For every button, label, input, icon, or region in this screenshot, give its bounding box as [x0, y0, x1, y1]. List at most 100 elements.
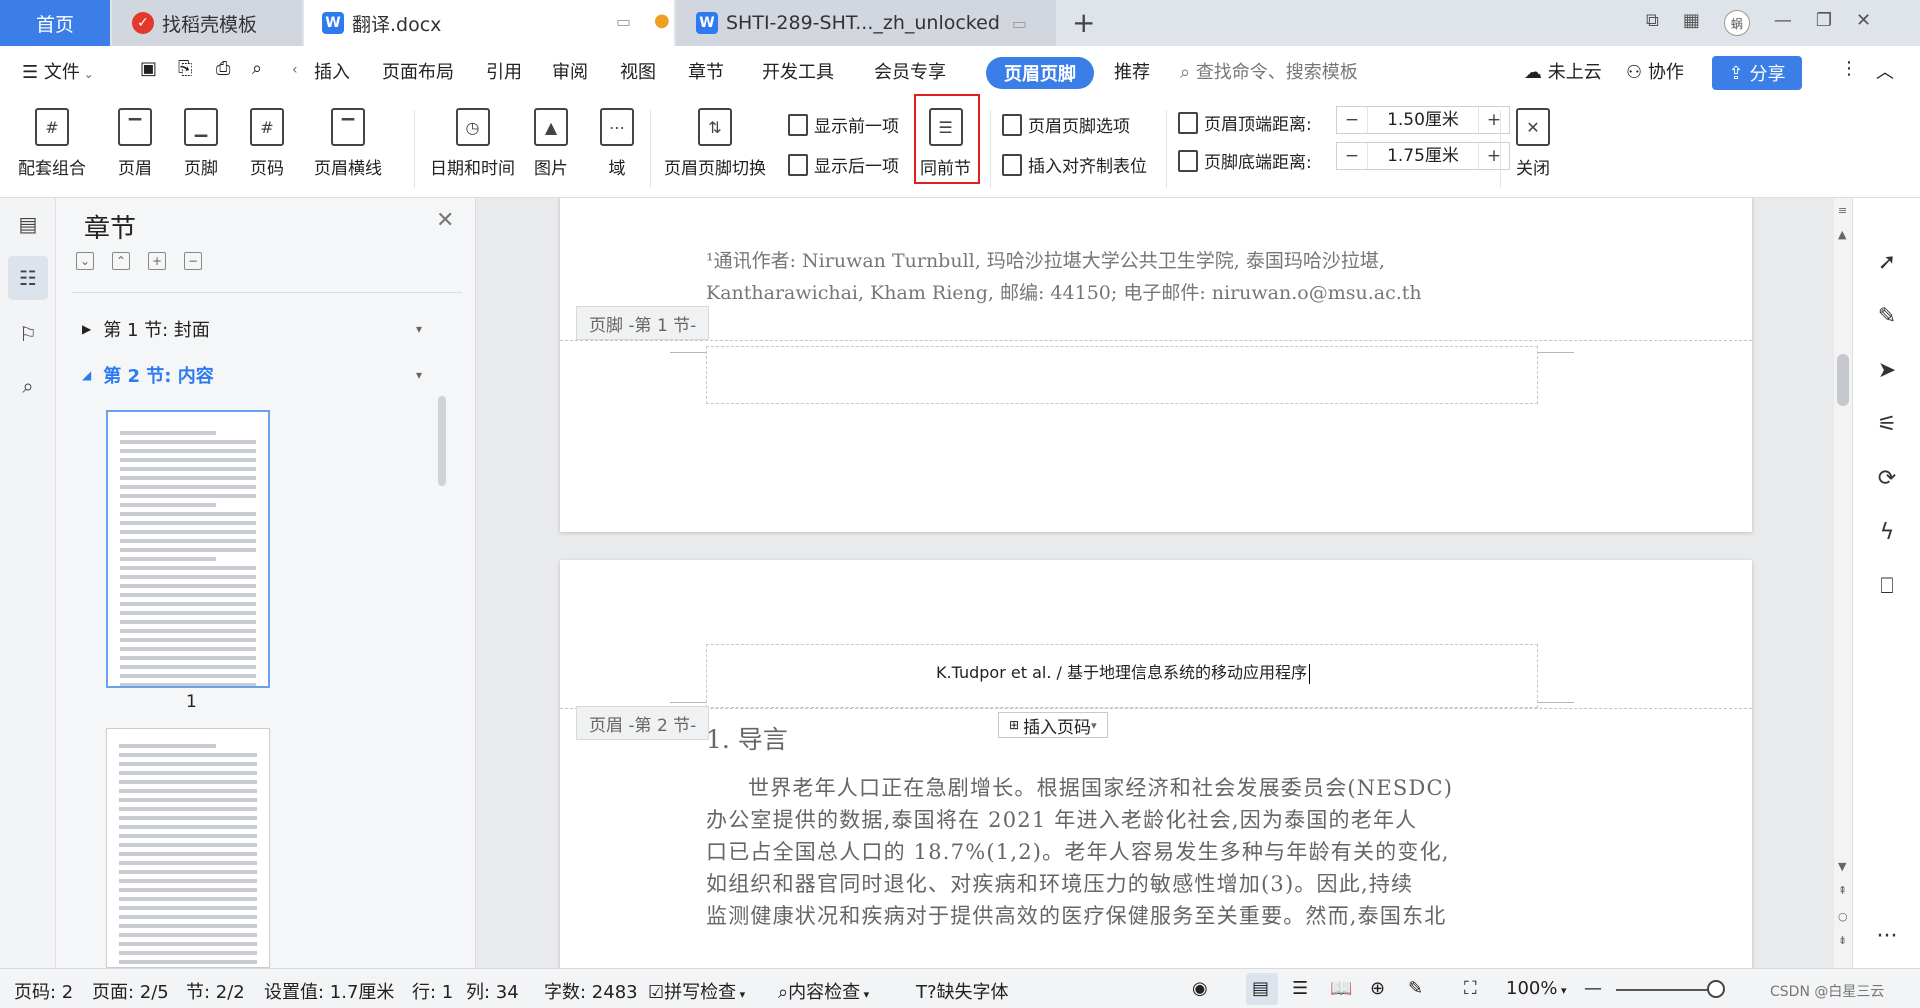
- tab-doc-translate[interactable]: W 翻译.docx ▭ ●: [304, 0, 674, 46]
- more-tools-icon[interactable]: ···: [1873, 922, 1901, 950]
- section-item-1[interactable]: ▶ 第 1 节: 封面 ▾: [82, 316, 422, 342]
- menu-chapter[interactable]: 章节: [688, 58, 724, 84]
- close-icon[interactable]: ✕: [436, 208, 454, 233]
- body-paragraph-line[interactable]: 如组织和器官同时退化、对疾病和环境压力的敏感性增加(3)。因此,持续: [706, 868, 1540, 898]
- reading-view-icon[interactable]: 📖: [1330, 978, 1352, 999]
- missing-font-button[interactable]: T?缺失字体: [916, 978, 1009, 1004]
- chapter-nav-icon[interactable]: ☷: [14, 264, 42, 292]
- rocket-icon[interactable]: ➚: [1873, 248, 1901, 276]
- status-column[interactable]: 列: 34: [466, 978, 519, 1004]
- menu-insert[interactable]: 插入: [314, 58, 350, 84]
- header-area[interactable]: K.Tudpor et al. / 基于地理信息系统的移动应用程序: [706, 644, 1538, 708]
- status-row[interactable]: 行: 1: [412, 978, 453, 1004]
- zoom-slider-knob[interactable]: [1707, 980, 1725, 998]
- grid-apps-icon[interactable]: ▦: [1683, 10, 1700, 36]
- chevron-down-icon[interactable]: ▾: [416, 322, 422, 336]
- decrease-icon[interactable]: −: [1337, 110, 1367, 130]
- menu-recommend[interactable]: 推荐: [1114, 58, 1150, 84]
- tab-home[interactable]: 首页: [0, 0, 110, 46]
- tab-template[interactable]: ✓ 找稻壳模板: [112, 0, 302, 46]
- sliders-icon[interactable]: ⚟: [1873, 410, 1901, 438]
- more-icon[interactable]: ⋮: [1840, 58, 1858, 79]
- command-search[interactable]: ⌕ 查找命令、搜索模板: [1180, 58, 1358, 84]
- header-distance-value[interactable]: 1.50厘米: [1367, 107, 1479, 133]
- insert-page-number-button[interactable]: ⊞ 插入页码 ▾: [998, 712, 1108, 738]
- share-button[interactable]: ⇪ 分享: [1712, 56, 1802, 90]
- footnote-line-2[interactable]: Kantharawichai, Kham Rieng, 邮编: 44150; 电…: [706, 278, 1422, 305]
- section-heading[interactable]: 1. 导言: [706, 720, 788, 756]
- footer-distance-stepper[interactable]: − 1.75厘米 +: [1336, 142, 1510, 170]
- menu-header-footer[interactable]: 页眉页脚: [986, 57, 1094, 89]
- status-page[interactable]: 页码: 2: [14, 978, 73, 1004]
- collaborate-button[interactable]: ⚇ 协作: [1626, 58, 1684, 84]
- page-number-button[interactable]: # 页码: [250, 108, 284, 179]
- header-button[interactable]: ▔ 页眉: [118, 108, 152, 179]
- status-word-count[interactable]: 字数: 2483: [544, 978, 638, 1004]
- spell-check-button[interactable]: ☑拼写检查 ▾: [648, 978, 745, 1004]
- bookmark-icon[interactable]: ⚐: [14, 320, 42, 348]
- prev-page-icon[interactable]: ⇞: [1838, 884, 1847, 897]
- status-pages[interactable]: 页面: 2/5: [92, 978, 169, 1004]
- show-next-button[interactable]: 显示后一项: [788, 152, 899, 177]
- page-view-icon[interactable]: ▤: [1252, 978, 1269, 999]
- close-window-icon[interactable]: ✕: [1856, 10, 1871, 36]
- menu-developer[interactable]: 开发工具: [762, 58, 834, 84]
- expand-up-icon[interactable]: ⌃: [112, 252, 130, 270]
- monitor-icon[interactable]: ▭: [1012, 14, 1027, 33]
- insert-align-tab-button[interactable]: 插入对齐制表位: [1002, 152, 1147, 177]
- body-paragraph-line[interactable]: 监测健康状况和疾病对于提供高效的医疗保健服务至关重要。然而,泰国东北: [706, 900, 1540, 930]
- increase-icon[interactable]: +: [1479, 146, 1509, 166]
- eye-protection-icon[interactable]: ◉: [1192, 978, 1208, 999]
- print-preview-icon[interactable]: ⌕: [252, 58, 262, 79]
- dual-screen-icon[interactable]: ⧉: [1646, 10, 1659, 36]
- header-distance-stepper[interactable]: − 1.50厘米 +: [1336, 106, 1510, 134]
- increase-icon[interactable]: +: [1479, 110, 1509, 130]
- document-scrollbar[interactable]: ≡ ▲ ▼ ⇞ ○ ⇟: [1834, 198, 1852, 968]
- status-setting[interactable]: 设置值: 1.7厘米: [264, 978, 394, 1004]
- section-item-2[interactable]: ◢ 第 2 节: 内容 ▾: [82, 362, 422, 388]
- zoom-level[interactable]: 100% ▾: [1506, 978, 1567, 999]
- lightning-icon[interactable]: ϟ: [1873, 518, 1901, 546]
- panel-scrollbar[interactable]: [438, 396, 446, 486]
- add-section-icon[interactable]: +: [148, 252, 166, 270]
- export-pdf-icon[interactable]: ⎘: [178, 58, 192, 79]
- menu-page-layout[interactable]: 页面布局: [382, 58, 454, 84]
- outline-view-icon[interactable]: ☰: [1292, 978, 1308, 999]
- fit-page-icon[interactable]: ⛶: [1464, 978, 1477, 999]
- print-icon[interactable]: ⎙: [216, 58, 230, 79]
- datetime-button[interactable]: ◷ 日期和时间: [430, 108, 515, 179]
- close-header-footer-button[interactable]: ✕ 关闭: [1516, 108, 1550, 179]
- header-text[interactable]: K.Tudpor et al. / 基于地理信息系统的移动应用程序: [707, 659, 1539, 684]
- zoom-out-icon[interactable]: —: [1584, 978, 1602, 999]
- cloud-status[interactable]: ☁ 未上云: [1524, 58, 1602, 84]
- show-previous-button[interactable]: 显示前一项: [788, 112, 899, 137]
- monitor-icon[interactable]: ▭: [616, 12, 631, 31]
- web-view-icon[interactable]: ⊕: [1370, 978, 1385, 999]
- menu-references[interactable]: 引用: [486, 58, 522, 84]
- zoom-slider-track[interactable]: [1616, 989, 1720, 991]
- next-page-icon[interactable]: ⇟: [1838, 934, 1847, 947]
- scroll-down-icon[interactable]: ▼: [1838, 860, 1846, 873]
- menu-member[interactable]: 会员专享: [874, 58, 946, 84]
- avatar[interactable]: 蜗: [1723, 10, 1750, 36]
- minimize-icon[interactable]: —: [1774, 10, 1792, 36]
- remove-section-icon[interactable]: −: [184, 252, 202, 270]
- menu-view[interactable]: 视图: [620, 58, 656, 84]
- backup-icon[interactable]: ⟳: [1873, 464, 1901, 492]
- scroll-up-icon[interactable]: ▲: [1838, 228, 1846, 241]
- cursor-icon[interactable]: ➤: [1873, 356, 1901, 384]
- field-button[interactable]: ⋯ 域: [600, 108, 634, 179]
- config-combo-button[interactable]: # 配套组合: [18, 108, 86, 179]
- file-menu[interactable]: ☰ 文件 ⌄: [22, 58, 94, 84]
- header-line-button[interactable]: ▔ 页眉横线: [314, 108, 382, 179]
- footnote-line-1[interactable]: ¹通讯作者: Niruwan Turnbull, 玛哈沙拉堪大学公共卫生学院, …: [706, 246, 1385, 273]
- browse-object-icon[interactable]: ○: [1838, 910, 1848, 923]
- header-footer-options-button[interactable]: 页眉页脚选项: [1002, 112, 1130, 137]
- decrease-icon[interactable]: −: [1337, 146, 1367, 166]
- find-icon[interactable]: ⌕: [14, 372, 42, 400]
- scroll-thumb[interactable]: [1837, 354, 1849, 406]
- write-view-icon[interactable]: ✎: [1408, 978, 1423, 999]
- footer-button[interactable]: ▁ 页脚: [184, 108, 218, 179]
- chevron-down-icon[interactable]: ▾: [416, 368, 422, 382]
- collapse-ribbon-icon[interactable]: ︿: [1876, 58, 1894, 84]
